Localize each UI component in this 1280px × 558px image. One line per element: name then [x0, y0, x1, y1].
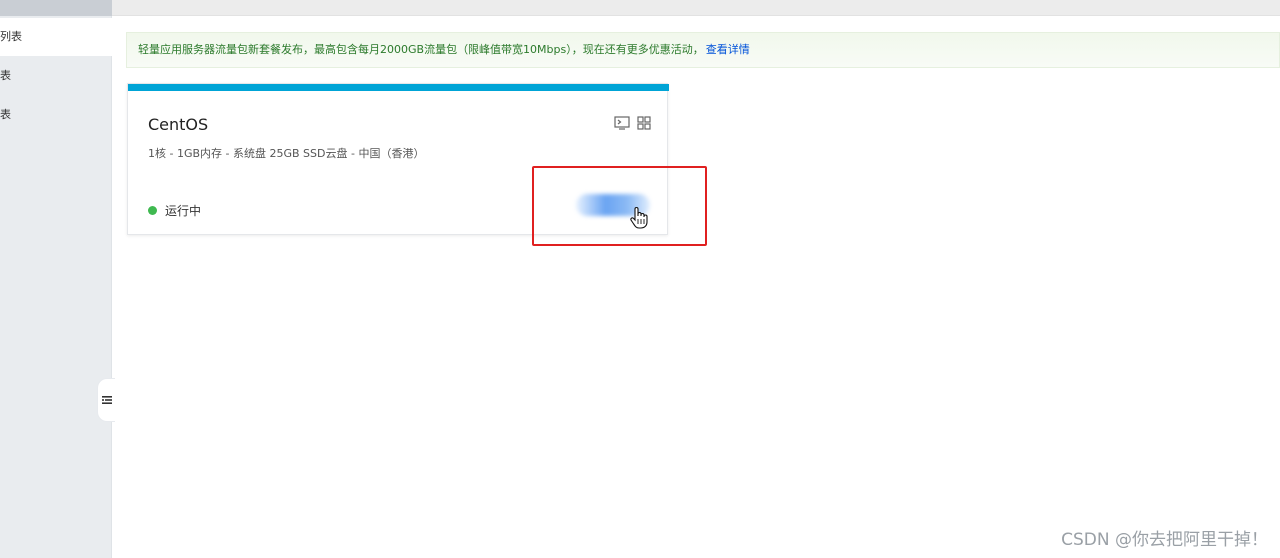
grid-icon[interactable] — [637, 116, 651, 130]
terminal-icon[interactable] — [614, 116, 630, 130]
watermark: CSDN @你去把阿里干掉！ — [1061, 530, 1268, 550]
menu-collapse-icon — [101, 394, 113, 406]
instance-title: CentOS — [148, 115, 209, 134]
top-bar — [112, 0, 1280, 16]
sidebar-item-label: 表 — [0, 69, 11, 82]
card-accent-bar — [128, 84, 669, 91]
sidebar-item-label: 列表 — [0, 30, 22, 43]
sidebar: 列表 表 表 — [0, 0, 115, 558]
sidebar-item-3[interactable]: 表 — [0, 96, 112, 134]
status-text: 运行中 — [165, 204, 202, 218]
notice-banner: 轻量应用服务器流量包新套餐发布，最高包含每月2000GB流量包（限峰值带宽10M… — [126, 32, 1280, 68]
instance-spec: 1核 - 1GB内存 - 系统盘 25GB SSD云盘 - 中国（香港） — [148, 147, 425, 160]
card-actions — [614, 116, 651, 130]
highlight-annotation-box — [532, 166, 707, 246]
hand-cursor-icon — [629, 206, 649, 234]
sidebar-item-label: 表 — [0, 108, 11, 121]
sidebar-header — [0, 0, 112, 16]
sidebar-collapse-button[interactable] — [97, 378, 115, 422]
notice-details-link[interactable]: 查看详情 — [706, 43, 750, 56]
status-dot-icon — [148, 206, 157, 215]
app-window: 列表 表 表 轻量应用服务器流量包新套餐发布，最高包含每月2000GB流量包（限… — [0, 0, 1280, 558]
notice-text: 轻量应用服务器流量包新套餐发布，最高包含每月2000GB流量包（限峰值带宽10M… — [138, 43, 704, 56]
sidebar-item-list[interactable]: 列表 — [0, 18, 112, 56]
instance-status: 运行中 — [148, 202, 201, 219]
sidebar-item-2[interactable]: 表 — [0, 57, 112, 95]
